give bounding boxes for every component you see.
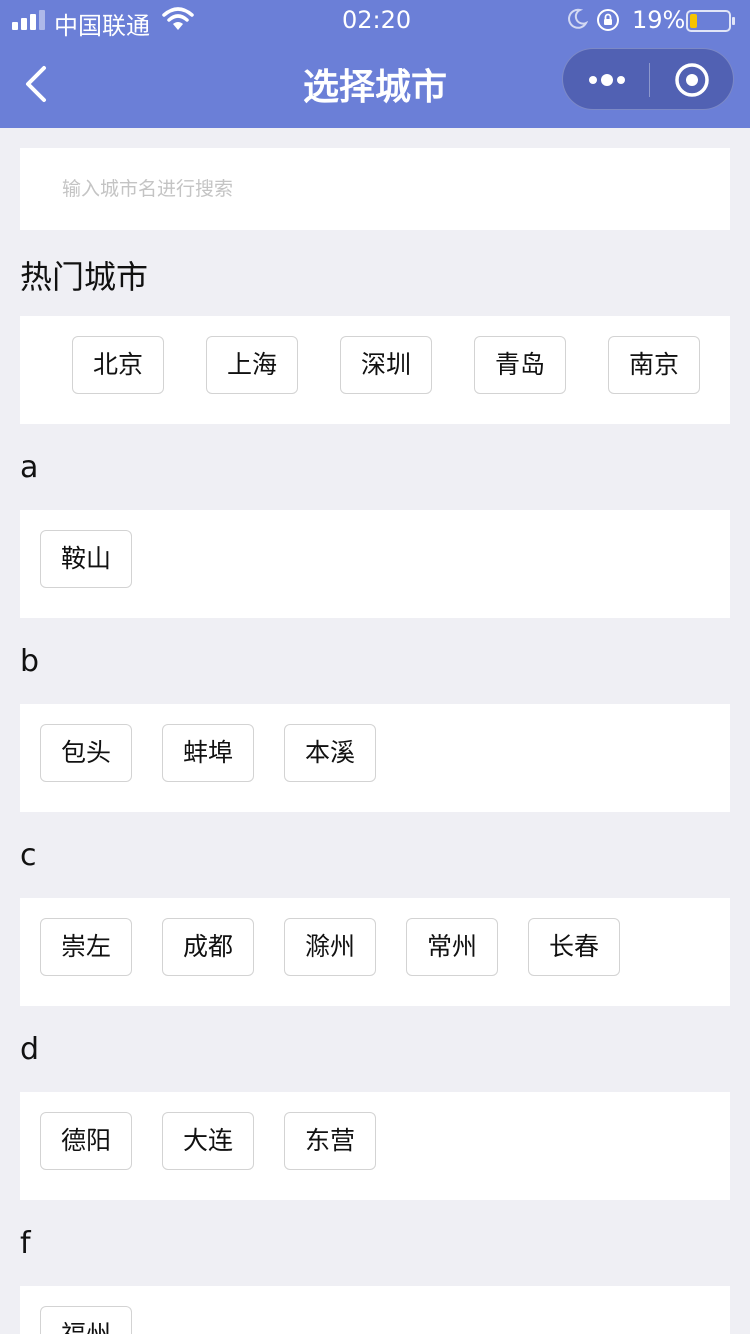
city-chip[interactable]: 滁州: [284, 918, 376, 976]
carrier-name: 中国联通: [54, 12, 150, 40]
more-button[interactable]: [563, 49, 649, 111]
city-chip[interactable]: 深圳: [340, 336, 432, 394]
city-group-b: 包头 蚌埠 本溪: [20, 704, 730, 812]
signal-icon: [12, 10, 45, 30]
target-close-icon: [675, 63, 709, 97]
mini-program-capsule: [562, 48, 734, 110]
battery-icon: [686, 10, 735, 32]
rotation-lock-icon: [597, 9, 619, 31]
letter-heading-c: c: [20, 838, 37, 873]
letter-heading-d: d: [20, 1032, 40, 1067]
status-bar: 中国联通 02:20 19%: [0, 0, 750, 40]
city-chip[interactable]: 包头: [40, 724, 132, 782]
city-chip[interactable]: 北京: [72, 336, 164, 394]
search-box: [20, 148, 730, 230]
city-chip[interactable]: 上海: [206, 336, 298, 394]
hot-cities-panel: 北京 上海 深圳 青岛 南京: [20, 316, 730, 424]
close-button[interactable]: [650, 49, 734, 111]
hot-cities-title: 热门城市: [20, 258, 149, 296]
city-group-c: 崇左 成都 滁州 常州 长春: [20, 898, 730, 1006]
more-dots-icon: [589, 74, 625, 86]
city-chip[interactable]: 福州: [40, 1306, 132, 1334]
city-chip[interactable]: 大连: [162, 1112, 254, 1170]
city-chip[interactable]: 长春: [528, 918, 620, 976]
city-chip[interactable]: 常州: [406, 918, 498, 976]
header: 中国联通 02:20 19% 选择城市: [0, 0, 750, 128]
city-chip[interactable]: 南京: [608, 336, 700, 394]
city-group-d: 德阳 大连 东营: [20, 1092, 730, 1200]
city-group-a: 鞍山: [20, 510, 730, 618]
city-chip[interactable]: 东营: [284, 1112, 376, 1170]
nav-bar: 选择城市: [0, 40, 750, 128]
letter-heading-a: a: [20, 450, 39, 485]
search-input[interactable]: [60, 168, 704, 210]
letter-heading-f: f: [20, 1226, 31, 1261]
city-chip[interactable]: 青岛: [474, 336, 566, 394]
status-time: 02:20: [342, 6, 412, 34]
wifi-icon: [162, 7, 194, 30]
moon-icon: [568, 8, 588, 29]
city-chip[interactable]: 成都: [162, 918, 254, 976]
city-chip[interactable]: 鞍山: [40, 530, 132, 588]
city-chip[interactable]: 德阳: [40, 1112, 132, 1170]
city-chip[interactable]: 崇左: [40, 918, 132, 976]
letter-heading-b: b: [20, 644, 40, 679]
battery-percent: 19%: [632, 6, 686, 34]
city-chip[interactable]: 本溪: [284, 724, 376, 782]
city-chip[interactable]: 蚌埠: [162, 724, 254, 782]
city-group-f: 福州: [20, 1286, 730, 1334]
